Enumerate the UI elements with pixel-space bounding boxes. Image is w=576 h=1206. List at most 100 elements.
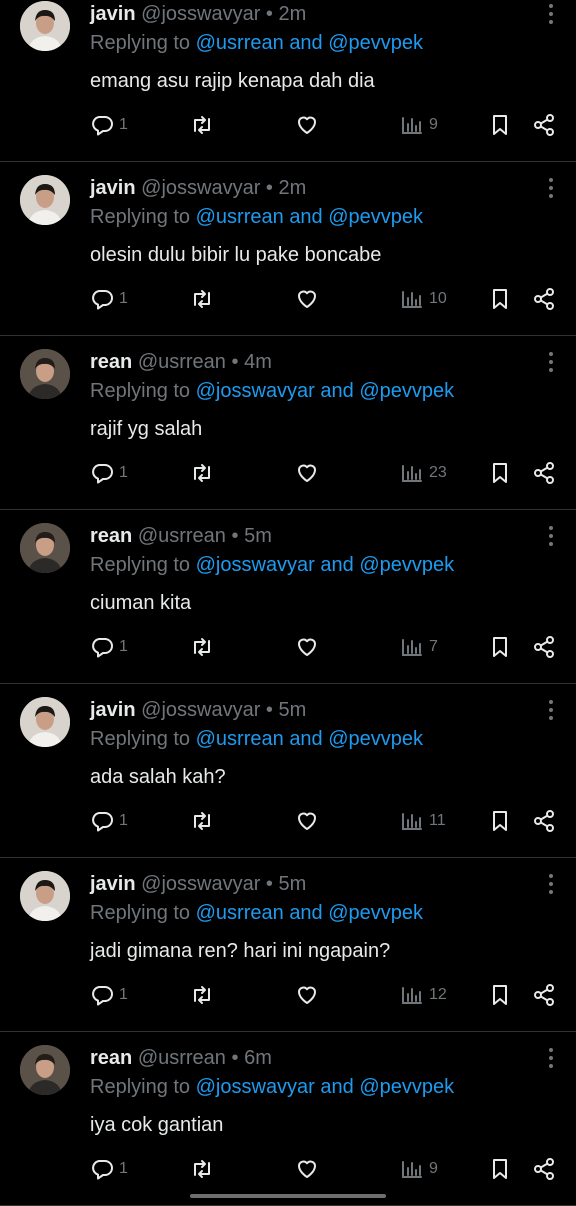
display-name[interactable]: javin <box>90 873 136 895</box>
mention-link[interactable]: @usrrean <box>196 902 284 924</box>
bookmark-button[interactable] <box>488 1155 512 1183</box>
retweet-button[interactable] <box>190 285 214 313</box>
bookmark-button[interactable] <box>488 459 512 487</box>
mention-conjunction[interactable]: and <box>289 902 322 924</box>
mention-link[interactable]: @pevvpek <box>328 206 423 228</box>
mention-conjunction[interactable]: and <box>289 206 322 228</box>
views-button[interactable]: 9 <box>400 1155 438 1183</box>
timestamp[interactable]: 5m <box>279 873 307 895</box>
tweet[interactable]: rean @usrrean • 5m Replying to @josswavy… <box>0 510 576 684</box>
avatar[interactable] <box>20 871 70 921</box>
mention-conjunction[interactable]: and <box>289 32 322 54</box>
tweet[interactable]: javin @josswavyar • 5m Replying to @usrr… <box>0 858 576 1032</box>
mention-conjunction[interactable]: and <box>320 554 353 576</box>
more-options-button[interactable] <box>546 350 556 374</box>
avatar[interactable] <box>20 697 70 747</box>
more-options-button[interactable] <box>546 1046 556 1070</box>
display-name[interactable]: rean <box>90 351 132 373</box>
avatar[interactable] <box>20 1 70 51</box>
more-options-button[interactable] <box>546 176 556 200</box>
reply-button[interactable]: 1 <box>90 807 128 835</box>
timestamp[interactable]: 5m <box>244 525 272 547</box>
display-name[interactable]: javin <box>90 177 136 199</box>
user-handle[interactable]: @josswavyar <box>141 3 260 25</box>
like-button[interactable] <box>295 111 319 139</box>
tweet[interactable]: javin @josswavyar • 5m Replying to @usrr… <box>0 684 576 858</box>
views-button[interactable]: 9 <box>400 111 438 139</box>
tweet[interactable]: javin @josswavyar • 2m Replying to @usrr… <box>0 162 576 336</box>
mention-link[interactable]: @pevvpek <box>359 554 454 576</box>
mention-link[interactable]: @pevvpek <box>328 32 423 54</box>
display-name[interactable]: javin <box>90 699 136 721</box>
reply-button[interactable]: 1 <box>90 981 128 1009</box>
display-name[interactable]: javin <box>90 3 136 25</box>
reply-button[interactable]: 1 <box>90 111 128 139</box>
timestamp[interactable]: 5m <box>279 699 307 721</box>
like-button[interactable] <box>295 459 319 487</box>
tweet[interactable]: rean @usrrean • 6m Replying to @josswavy… <box>0 1032 576 1206</box>
timestamp[interactable]: 2m <box>279 3 307 25</box>
user-handle[interactable]: @josswavyar <box>141 699 260 721</box>
share-button[interactable] <box>532 111 556 139</box>
mention-link[interactable]: @pevvpek <box>328 728 423 750</box>
share-button[interactable] <box>532 459 556 487</box>
more-options-button[interactable] <box>546 872 556 896</box>
more-options-button[interactable] <box>546 524 556 548</box>
avatar[interactable] <box>20 349 70 399</box>
like-button[interactable] <box>295 981 319 1009</box>
timestamp[interactable]: 2m <box>279 177 307 199</box>
retweet-button[interactable] <box>190 981 214 1009</box>
views-button[interactable]: 11 <box>400 807 446 835</box>
mention-conjunction[interactable]: and <box>320 1076 353 1098</box>
mention-link[interactable]: @josswavyar <box>196 380 315 402</box>
avatar[interactable] <box>20 523 70 573</box>
user-handle[interactable]: @josswavyar <box>141 177 260 199</box>
mention-conjunction[interactable]: and <box>320 380 353 402</box>
retweet-button[interactable] <box>190 459 214 487</box>
reply-button[interactable]: 1 <box>90 633 128 661</box>
reply-button[interactable]: 1 <box>90 285 128 313</box>
mention-link[interactable]: @usrrean <box>196 32 284 54</box>
avatar[interactable] <box>20 1045 70 1095</box>
tweet[interactable]: rean @usrrean • 4m Replying to @josswavy… <box>0 336 576 510</box>
mention-link[interactable]: @josswavyar <box>196 554 315 576</box>
share-button[interactable] <box>532 1155 556 1183</box>
mention-link[interactable]: @usrrean <box>196 206 284 228</box>
user-handle[interactable]: @usrrean <box>138 1047 226 1069</box>
more-options-button[interactable] <box>546 698 556 722</box>
reply-button[interactable]: 1 <box>90 1155 128 1183</box>
avatar[interactable] <box>20 175 70 225</box>
retweet-button[interactable] <box>190 111 214 139</box>
views-button[interactable]: 7 <box>400 633 438 661</box>
mention-link[interactable]: @pevvpek <box>328 902 423 924</box>
more-options-button[interactable] <box>546 2 556 26</box>
tweet[interactable]: javin @josswavyar • 2m Replying to @usrr… <box>0 0 576 162</box>
bookmark-button[interactable] <box>488 633 512 661</box>
reply-button[interactable]: 1 <box>90 459 128 487</box>
mention-link[interactable]: @pevvpek <box>359 380 454 402</box>
like-button[interactable] <box>295 633 319 661</box>
bookmark-button[interactable] <box>488 285 512 313</box>
share-button[interactable] <box>532 981 556 1009</box>
timestamp[interactable]: 4m <box>244 351 272 373</box>
retweet-button[interactable] <box>190 633 214 661</box>
like-button[interactable] <box>295 807 319 835</box>
display-name[interactable]: rean <box>90 525 132 547</box>
user-handle[interactable]: @usrrean <box>138 525 226 547</box>
like-button[interactable] <box>295 1155 319 1183</box>
mention-conjunction[interactable]: and <box>289 728 322 750</box>
bookmark-button[interactable] <box>488 981 512 1009</box>
mention-link[interactable]: @pevvpek <box>359 1076 454 1098</box>
share-button[interactable] <box>532 633 556 661</box>
user-handle[interactable]: @josswavyar <box>141 873 260 895</box>
bookmark-button[interactable] <box>488 111 512 139</box>
retweet-button[interactable] <box>190 807 214 835</box>
share-button[interactable] <box>532 807 556 835</box>
display-name[interactable]: rean <box>90 1047 132 1069</box>
mention-link[interactable]: @usrrean <box>196 728 284 750</box>
views-button[interactable]: 12 <box>400 981 447 1009</box>
bookmark-button[interactable] <box>488 807 512 835</box>
user-handle[interactable]: @usrrean <box>138 351 226 373</box>
share-button[interactable] <box>532 285 556 313</box>
mention-link[interactable]: @josswavyar <box>196 1076 315 1098</box>
